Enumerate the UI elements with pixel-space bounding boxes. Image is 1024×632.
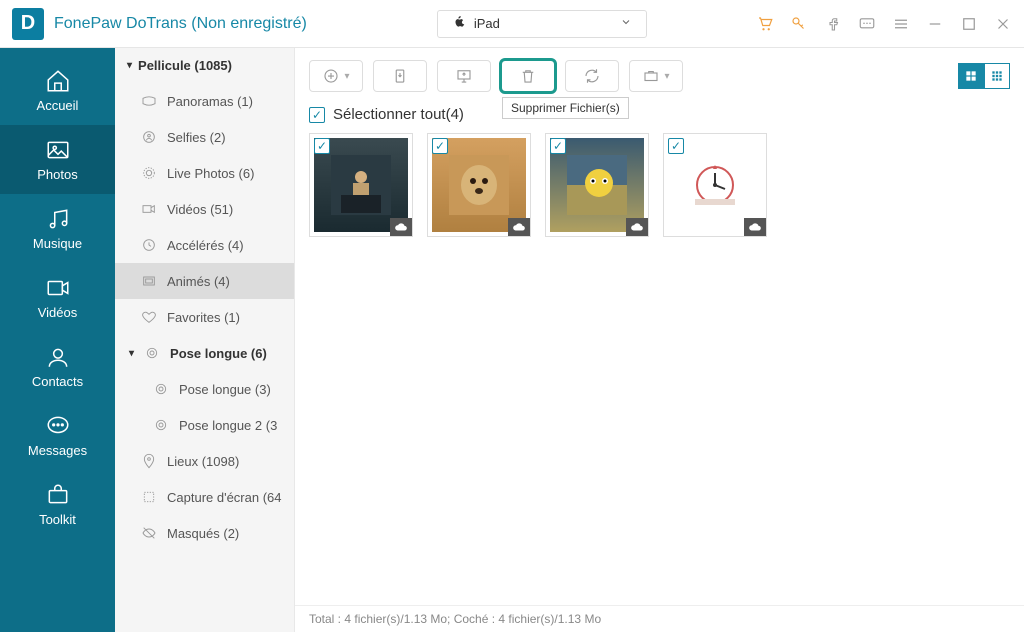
- album-longexposure-2[interactable]: Pose longue 2 (3: [115, 407, 294, 443]
- delete-button[interactable]: Supprimer Fichier(s): [501, 60, 555, 92]
- triangle-down-icon: ▾: [127, 60, 132, 71]
- thumb-checkbox[interactable]: ✓: [668, 138, 684, 154]
- nav-videos-label: Vidéos: [38, 305, 78, 320]
- maximize-icon[interactable]: [960, 15, 978, 33]
- toolbox-button[interactable]: ▾: [629, 60, 683, 92]
- nav-home-label: Accueil: [37, 98, 79, 113]
- album-panoramas[interactable]: Panoramas (1): [115, 83, 294, 119]
- album-sidebar: ▾ Pellicule (1085) Panoramas (1) Selfies…: [115, 48, 295, 632]
- close-icon[interactable]: [994, 15, 1012, 33]
- nav-music-label: Musique: [33, 236, 82, 251]
- thumb-checkbox[interactable]: ✓: [314, 138, 330, 154]
- nav-messages-label: Messages: [28, 443, 87, 458]
- photo-grid: ✓ ✓ ✓ ✓: [295, 133, 1024, 237]
- select-all-checkbox[interactable]: ✓: [309, 107, 325, 123]
- feedback-icon[interactable]: [858, 15, 876, 33]
- app-title: FonePaw DoTrans (Non enregistré): [54, 15, 307, 33]
- album-longexposure-head[interactable]: ▾Pose longue (6): [115, 335, 294, 371]
- album-videos[interactable]: Vidéos (51): [115, 191, 294, 227]
- toolbar: ▾ Supprimer Fichier(s) ▾: [295, 48, 1024, 100]
- album-favorites[interactable]: Favorites (1): [115, 299, 294, 335]
- nav-contacts-label: Contacts: [32, 374, 83, 389]
- export-to-device-button[interactable]: [373, 60, 427, 92]
- nav-photos-label: Photos: [37, 167, 77, 182]
- export-to-pc-button[interactable]: [437, 60, 491, 92]
- delete-tooltip: Supprimer Fichier(s): [502, 97, 629, 119]
- nav-music[interactable]: Musique: [0, 194, 115, 263]
- album-animated[interactable]: Animés (4): [115, 263, 294, 299]
- nav-videos[interactable]: Vidéos: [0, 263, 115, 332]
- cloud-icon: [508, 218, 530, 236]
- main-area: Accueil Photos Musique Vidéos Contacts M…: [0, 48, 1024, 632]
- status-bar: Total : 4 fichier(s)/1.13 Mo; Coché : 4 …: [295, 605, 1024, 632]
- triangle-down-icon: ▾: [129, 348, 134, 359]
- facebook-icon[interactable]: [824, 15, 842, 33]
- nav-messages[interactable]: Messages: [0, 401, 115, 470]
- photo-thumb[interactable]: ✓: [545, 133, 649, 237]
- cloud-icon: [744, 218, 766, 236]
- album-selfies[interactable]: Selfies (2): [115, 119, 294, 155]
- album-places[interactable]: Lieux (1098): [115, 443, 294, 479]
- album-header[interactable]: ▾ Pellicule (1085): [115, 48, 294, 83]
- album-screenshots[interactable]: Capture d'écran (64: [115, 479, 294, 515]
- cloud-icon: [626, 218, 648, 236]
- app-logo: D: [12, 8, 44, 40]
- nav-toolkit-label: Toolkit: [39, 512, 76, 527]
- view-toggle: [958, 63, 1010, 89]
- add-button[interactable]: ▾: [309, 60, 363, 92]
- nav-home[interactable]: Accueil: [0, 56, 115, 125]
- device-selector[interactable]: iPad: [437, 10, 647, 38]
- titlebar-actions: [756, 15, 1012, 33]
- minimize-icon[interactable]: [926, 15, 944, 33]
- menu-icon[interactable]: [892, 15, 910, 33]
- apple-icon: [452, 15, 466, 32]
- cloud-icon: [390, 218, 412, 236]
- refresh-button[interactable]: [565, 60, 619, 92]
- primary-sidebar: Accueil Photos Musique Vidéos Contacts M…: [0, 48, 115, 632]
- chevron-down-icon: ▾: [344, 71, 349, 82]
- view-grid-large[interactable]: [958, 63, 984, 89]
- view-grid-small[interactable]: [984, 63, 1010, 89]
- thumb-checkbox[interactable]: ✓: [432, 138, 448, 154]
- select-all-row[interactable]: ✓ Sélectionner tout(4): [295, 100, 1024, 133]
- chevron-down-icon: ▾: [664, 71, 669, 82]
- titlebar: D FonePaw DoTrans (Non enregistré) iPad: [0, 0, 1024, 48]
- content-area: ▾ Supprimer Fichier(s) ▾ ✓ Sélectionner …: [295, 48, 1024, 632]
- key-icon[interactable]: [790, 15, 808, 33]
- album-hidden[interactable]: Masqués (2): [115, 515, 294, 551]
- album-livephotos[interactable]: Live Photos (6): [115, 155, 294, 191]
- nav-contacts[interactable]: Contacts: [0, 332, 115, 401]
- photo-thumb[interactable]: ✓: [427, 133, 531, 237]
- nav-toolkit[interactable]: Toolkit: [0, 470, 115, 539]
- select-all-label: Sélectionner tout(4): [333, 106, 464, 123]
- album-longexposure-1[interactable]: Pose longue (3): [115, 371, 294, 407]
- device-label: iPad: [474, 16, 500, 31]
- album-timelapse[interactable]: Accélérés (4): [115, 227, 294, 263]
- photo-thumb[interactable]: ✓: [309, 133, 413, 237]
- cart-icon[interactable]: [756, 15, 774, 33]
- thumb-checkbox[interactable]: ✓: [550, 138, 566, 154]
- chevron-down-icon: [620, 16, 632, 31]
- nav-photos[interactable]: Photos: [0, 125, 115, 194]
- photo-thumb[interactable]: ✓: [663, 133, 767, 237]
